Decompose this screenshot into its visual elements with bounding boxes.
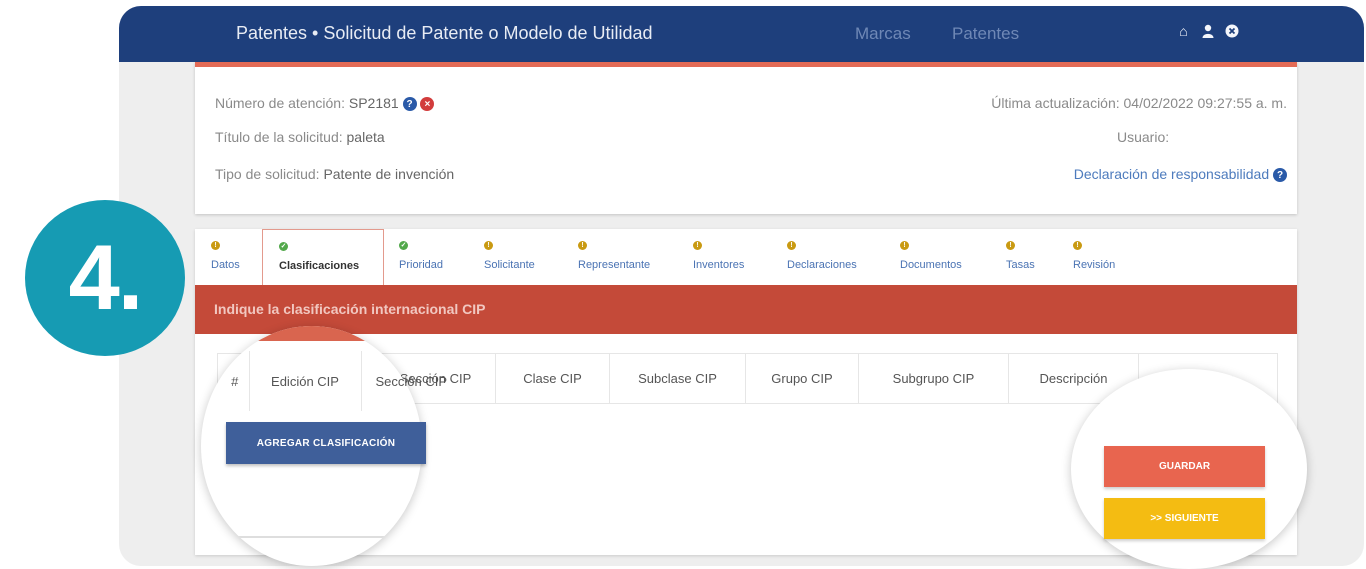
warning-icon: ! (484, 241, 493, 250)
warning-icon: ! (211, 241, 220, 250)
attention-number: Número de atención: SP2181 ? × (215, 95, 435, 112)
cancel-icon[interactable]: × (420, 97, 435, 112)
magnifier-banner-strip (201, 326, 422, 341)
warning-icon: ! (578, 241, 587, 250)
step-tabs: ! Datos ✓ Clasificaciones ✓ Prioridad ! … (195, 229, 1297, 285)
warning-icon: ! (787, 241, 796, 250)
type-value: Patente de invención (323, 166, 455, 182)
section-title: Indique la clasificación internacional C… (214, 301, 486, 317)
title-value: paleta (346, 129, 385, 145)
declaration-link[interactable]: Declaración de responsabilidad ? (1074, 166, 1287, 183)
save-button[interactable]: GUARDAR (1104, 446, 1265, 487)
user-label: Usuario: (1117, 129, 1170, 145)
last-updated: Última actualización: 04/02/2022 09:27:5… (991, 95, 1287, 111)
top-navbar: Patentes • Solicitud de Patente o Modelo… (119, 6, 1364, 62)
check-icon: ✓ (399, 241, 408, 250)
user-icon[interactable] (1200, 21, 1215, 41)
magnified-cip-header: # Edición CIP Sección CIP (221, 351, 447, 411)
magnifier-divider (201, 536, 422, 538)
type-label: Tipo de solicitud: (215, 166, 320, 182)
application-info-card: Número de atención: SP2181 ? × Título de… (195, 62, 1297, 214)
next-button[interactable]: >> SIGUIENTE (1104, 498, 1265, 539)
nav-marcas[interactable]: Marcas (855, 24, 911, 44)
home-icon[interactable]: ⌂ (1176, 21, 1191, 41)
declaration-link-text[interactable]: Declaración de responsabilidad (1074, 166, 1269, 182)
table-header-row: # Edición CIP Sección CIP (221, 351, 447, 411)
application-title: Título de la solicitud: paleta (215, 129, 385, 145)
page-title: Patentes • Solicitud de Patente o Modelo… (236, 23, 653, 43)
help-icon[interactable]: ? (402, 97, 417, 112)
col-number: # (231, 373, 239, 389)
add-classification-button[interactable]: AGREGAR CLASIFICACIÓN (226, 422, 426, 464)
warning-icon: ! (900, 241, 909, 250)
warning-icon: ! (1006, 241, 1015, 250)
close-circle-icon[interactable] (1224, 21, 1239, 41)
tab-clasificaciones[interactable]: ✓ Clasificaciones (262, 229, 384, 285)
attention-label: Número de atención: (215, 95, 345, 111)
header-icons: ⌂ (1176, 21, 1239, 41)
col-edicion: Edición CIP (248, 351, 362, 411)
step-number-badge: 4. (25, 200, 185, 356)
check-icon: ✓ (279, 242, 288, 251)
warning-icon: ! (1073, 241, 1082, 250)
col-seccion: Sección CIP (375, 373, 448, 389)
attention-value: SP2181 (348, 95, 399, 111)
application-type: Tipo de solicitud: Patente de invención (215, 166, 454, 182)
warning-icon: ! (693, 241, 702, 250)
title-label: Título de la solicitud: (215, 129, 343, 145)
nav-patentes[interactable]: Patentes (952, 24, 1019, 44)
help-icon[interactable]: ? (1273, 168, 1287, 183)
